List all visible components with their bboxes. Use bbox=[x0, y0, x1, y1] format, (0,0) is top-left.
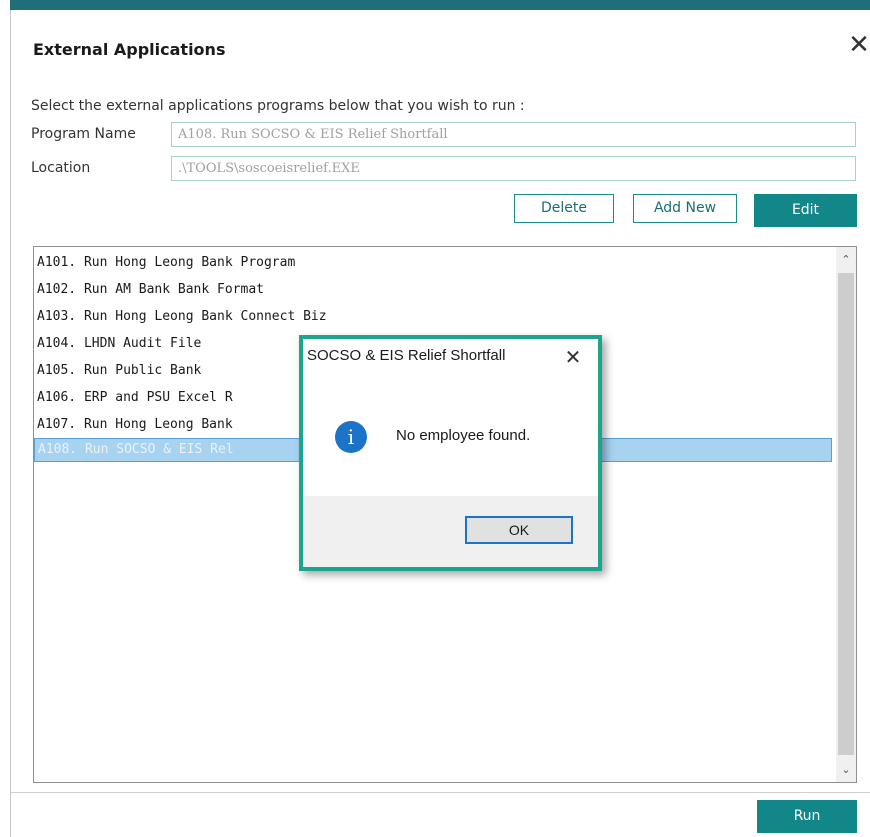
close-icon[interactable]: ✕ bbox=[847, 32, 870, 58]
window-title: External Applications bbox=[33, 40, 226, 59]
location-field[interactable]: .\TOOLS\soscoeisrelief.EXE bbox=[171, 156, 856, 181]
edit-button[interactable]: Edit bbox=[754, 194, 857, 227]
program-name-label: Program Name bbox=[31, 126, 136, 142]
dialog-close-icon[interactable]: ✕ bbox=[561, 345, 585, 369]
scroll-up-icon[interactable]: ⌃ bbox=[836, 249, 856, 271]
program-name-field[interactable]: A108. Run SOCSO & EIS Relief Shortfall bbox=[171, 122, 856, 147]
list-item[interactable]: A101. Run Hong Leong Bank Program bbox=[34, 251, 832, 275]
ok-button[interactable]: OK bbox=[465, 516, 573, 544]
delete-button[interactable]: Delete bbox=[514, 194, 614, 223]
list-item[interactable]: A103. Run Hong Leong Bank Connect Biz bbox=[34, 305, 832, 329]
footer-divider bbox=[11, 792, 870, 793]
message-dialog: SOCSO & EIS Relief Shortfall ✕ i No empl… bbox=[299, 335, 602, 571]
run-button[interactable]: Run bbox=[757, 800, 857, 833]
instruction-text: Select the external applications program… bbox=[31, 98, 525, 114]
window-top-strip bbox=[10, 0, 870, 10]
location-label: Location bbox=[31, 160, 91, 176]
dialog-title: SOCSO & EIS Relief Shortfall bbox=[307, 347, 506, 364]
info-icon: i bbox=[335, 421, 367, 453]
scroll-thumb[interactable] bbox=[838, 273, 854, 755]
dialog-footer: OK bbox=[303, 496, 598, 567]
scroll-down-icon[interactable]: ⌄ bbox=[836, 759, 856, 781]
dialog-message: No employee found. bbox=[396, 427, 531, 444]
add-new-button[interactable]: Add New bbox=[633, 194, 737, 223]
dialog-body: i No employee found. bbox=[303, 379, 598, 496]
list-scrollbar[interactable]: ⌃ ⌄ bbox=[836, 247, 856, 782]
list-item[interactable]: A102. Run AM Bank Bank Format bbox=[34, 278, 832, 302]
